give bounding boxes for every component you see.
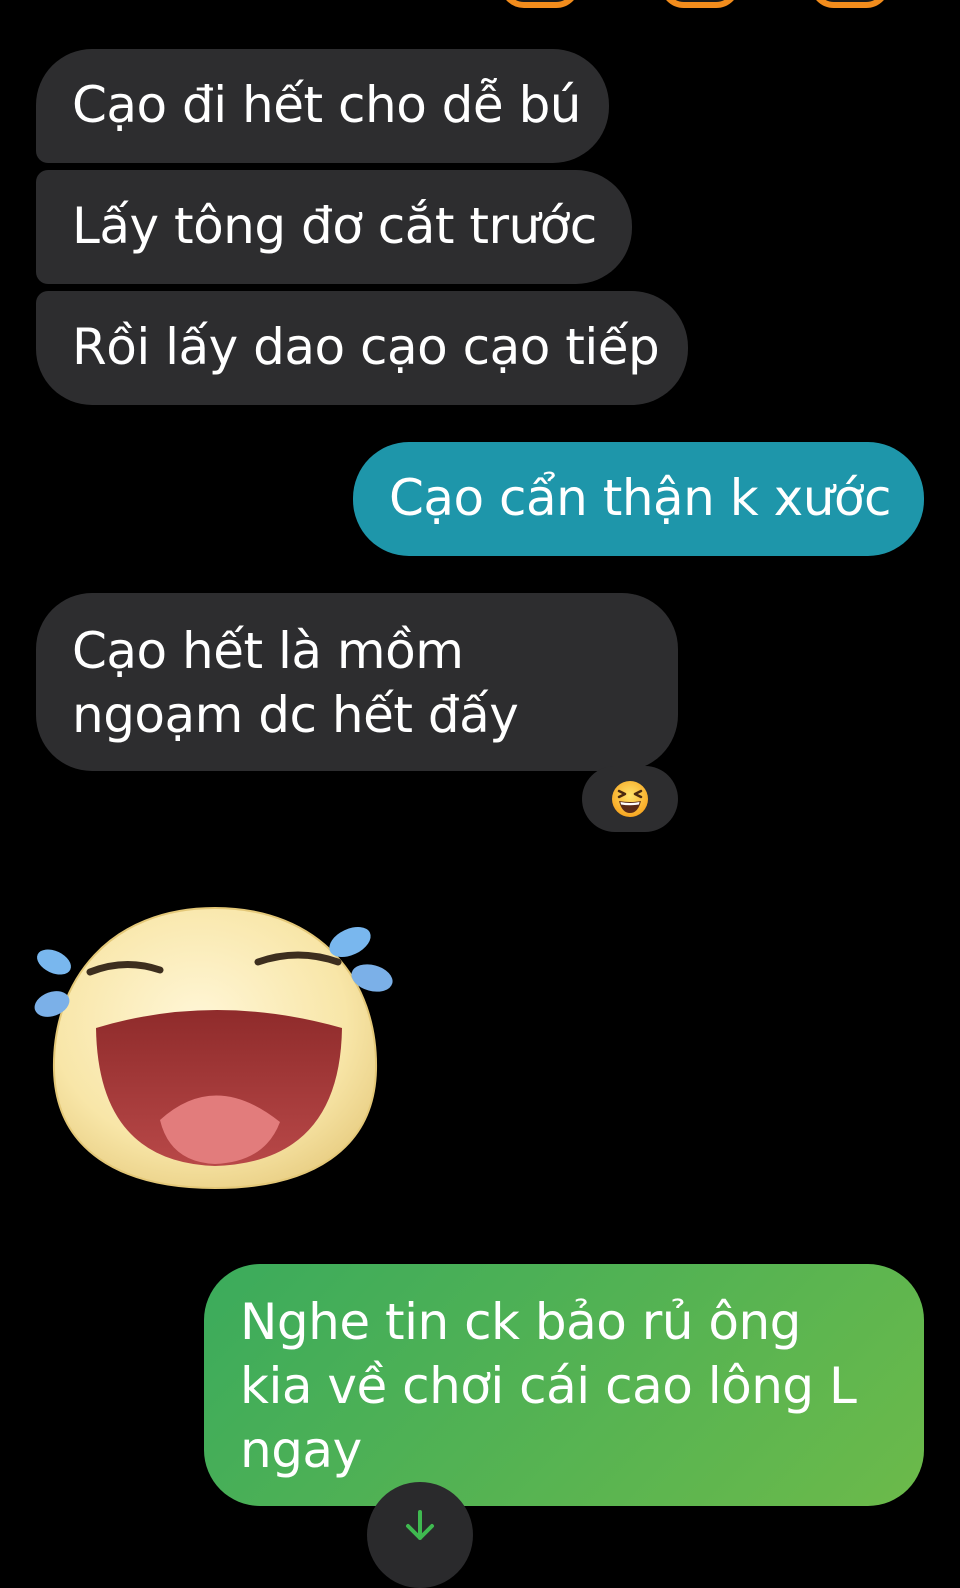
seen-avatar bbox=[810, 0, 890, 8]
message-text: Cạo đi hết cho dễ bú bbox=[72, 76, 582, 134]
message-bubble-incoming[interactable]: Rồi lấy dao cạo cạo tiếp bbox=[36, 291, 688, 405]
message-text: Cạo cẩn thận k xước bbox=[389, 469, 891, 527]
message-text: Rồi lấy dao cạo cạo tiếp bbox=[72, 318, 660, 376]
seen-avatar bbox=[660, 0, 740, 8]
message-bubble-incoming[interactable]: Cạo hết là mồm ngoạm dc hết đấy bbox=[36, 593, 678, 771]
message-reaction[interactable] bbox=[582, 766, 678, 832]
grinning-squinting-face-icon bbox=[612, 781, 648, 817]
scroll-to-bottom-button[interactable] bbox=[367, 1482, 473, 1588]
message-text: Cạo hết là mồm ngoạm dc hết đấy bbox=[72, 622, 519, 744]
seen-avatar bbox=[500, 0, 580, 8]
message-bubble-outgoing[interactable]: Cạo cẩn thận k xước bbox=[353, 442, 924, 556]
message-bubble-incoming[interactable]: Lấy tông đơ cắt trước bbox=[36, 170, 632, 284]
message-text: Lấy tông đơ cắt trước bbox=[72, 197, 597, 255]
message-text: Nghe tin ck bảo rủ ông kia về chơi cái c… bbox=[240, 1293, 857, 1479]
arrow-down-icon bbox=[406, 1510, 434, 1540]
message-bubble-incoming[interactable]: Cạo đi hết cho dễ bú bbox=[36, 49, 609, 163]
message-bubble-outgoing[interactable]: Nghe tin ck bảo rủ ông kia về chơi cái c… bbox=[204, 1264, 924, 1506]
laughing-tears-face-sticker[interactable] bbox=[30, 900, 400, 1200]
seen-avatars-row bbox=[500, 0, 920, 10]
